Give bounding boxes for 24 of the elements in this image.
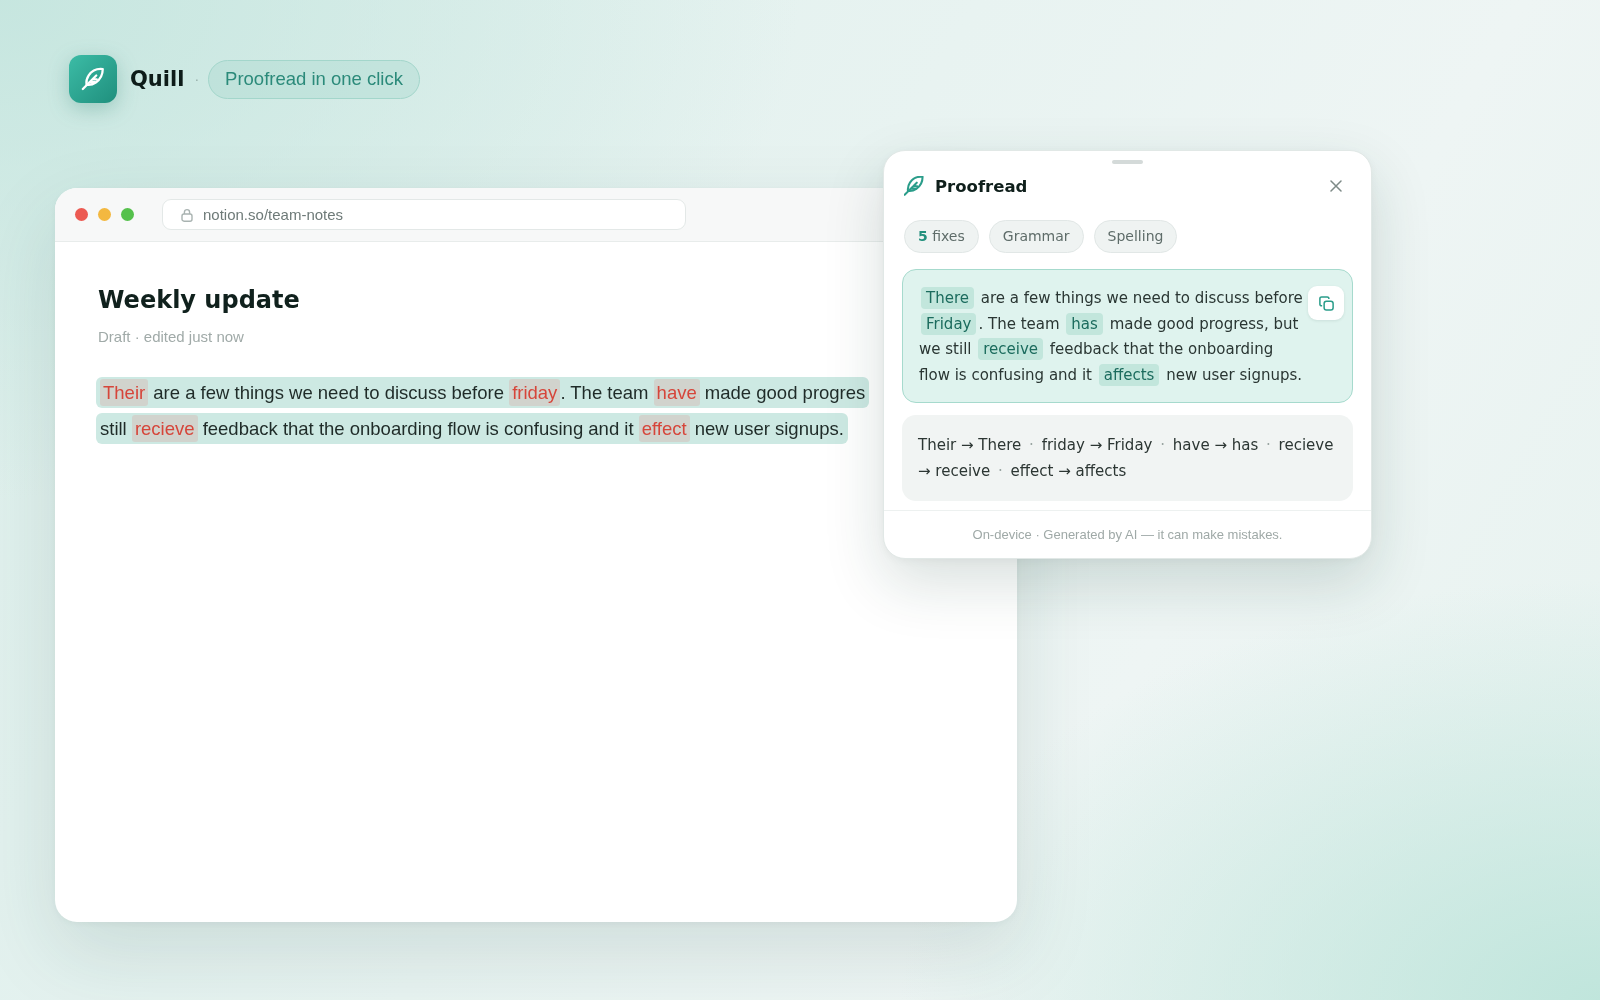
copy-button[interactable] [1308, 286, 1344, 320]
lock-icon [181, 207, 193, 222]
disclaimer-text: On-device · Generated by AI — it can make mistakes. [972, 527, 1283, 542]
tagline: Proofread in one click [208, 59, 420, 99]
feather-icon [904, 176, 924, 196]
address-field[interactable]: notion.so/team-notes [162, 199, 686, 230]
minimize-dot-icon[interactable] [98, 208, 111, 221]
filter-chip[interactable]: Spelling [1093, 220, 1178, 253]
suggestion-list: Their → There · friday → Friday · have → has · recieve → receive · effect → affects [902, 415, 1353, 501]
close-button[interactable] [1330, 180, 1342, 192]
document-title: Weekly update [98, 285, 300, 316]
name-separator: · [194, 71, 200, 87]
filter-chip[interactable]: Grammar [988, 220, 1084, 253]
close-dot-icon[interactable] [75, 208, 88, 221]
drag-handle[interactable] [1112, 160, 1143, 164]
copy-icon [1317, 294, 1335, 312]
filter-chip[interactable]: 5 fixes [904, 220, 979, 253]
document-meta: Draft · edited just now [98, 327, 244, 347]
app-name: Quill [130, 67, 185, 91]
maximize-dot-icon[interactable] [121, 208, 134, 221]
corrected-text: There are a few things we need to discuss before Friday . The team has made good progress, but we still receive feedback that the onboarding flow is confusing and it affects new user signups. [919, 286, 1304, 388]
close-icon [1330, 180, 1342, 192]
panel-title: Proofread [935, 176, 1028, 196]
feather-icon [69, 55, 117, 103]
